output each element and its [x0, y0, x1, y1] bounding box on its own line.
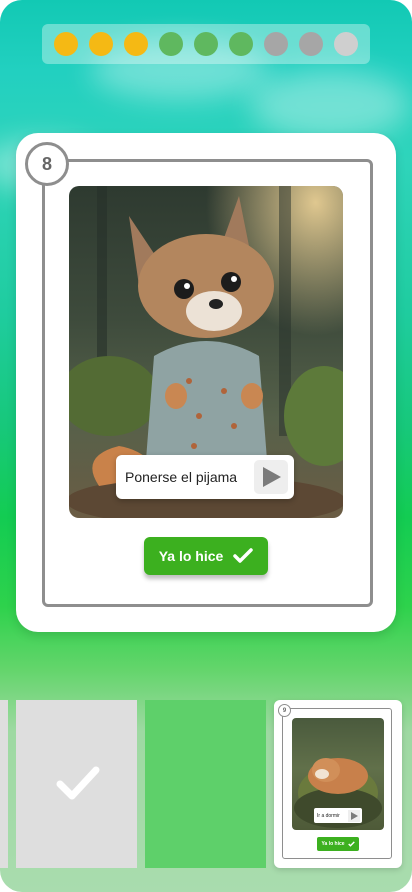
progress-dot-done [54, 32, 78, 56]
play-icon [348, 809, 360, 822]
activity-label-text: Ponerse el pijama [125, 469, 238, 485]
play-icon [263, 467, 281, 487]
progress-dot-pending [334, 32, 358, 56]
activity-label-text: Ir a dormir [317, 812, 340, 819]
completed-card-thumbnail[interactable] [16, 700, 137, 868]
done-button[interactable]: Ya lo hice [144, 537, 268, 575]
step-number-badge: 9 [278, 704, 291, 717]
check-icon [233, 548, 254, 563]
done-button-label: Ya lo hice [321, 841, 345, 847]
current-card-thumbnail[interactable] [145, 700, 266, 868]
app-screen: 8 Ponerse el pijama Ya lo hice 9 Ir a do… [0, 0, 412, 892]
activity-card: 8 Ponerse el pijama Ya lo hice [16, 133, 396, 632]
activity-label-card: Ponerse el pijama [116, 455, 294, 499]
done-button-label: Ya lo hice [158, 548, 224, 564]
progress-indicator [42, 24, 370, 64]
check-icon [56, 766, 100, 800]
step-number-badge: 8 [25, 142, 69, 186]
activity-label-card: Ir a dormir [314, 808, 362, 823]
progress-dot-pending [264, 32, 288, 56]
progress-dot-active [159, 32, 183, 56]
previous-card-thumbnail[interactable] [0, 700, 8, 868]
next-card-thumbnail[interactable]: 9 Ir a dormir Ya lo hice [274, 700, 402, 868]
progress-dot-done [89, 32, 113, 56]
progress-dot-active [194, 32, 218, 56]
done-button: Ya lo hice [317, 837, 359, 851]
progress-dot-active [229, 32, 253, 56]
progress-dot-pending [299, 32, 323, 56]
progress-dot-done [124, 32, 148, 56]
cloud-decoration [250, 70, 410, 140]
play-audio-button[interactable] [254, 460, 288, 494]
check-icon [347, 841, 355, 847]
